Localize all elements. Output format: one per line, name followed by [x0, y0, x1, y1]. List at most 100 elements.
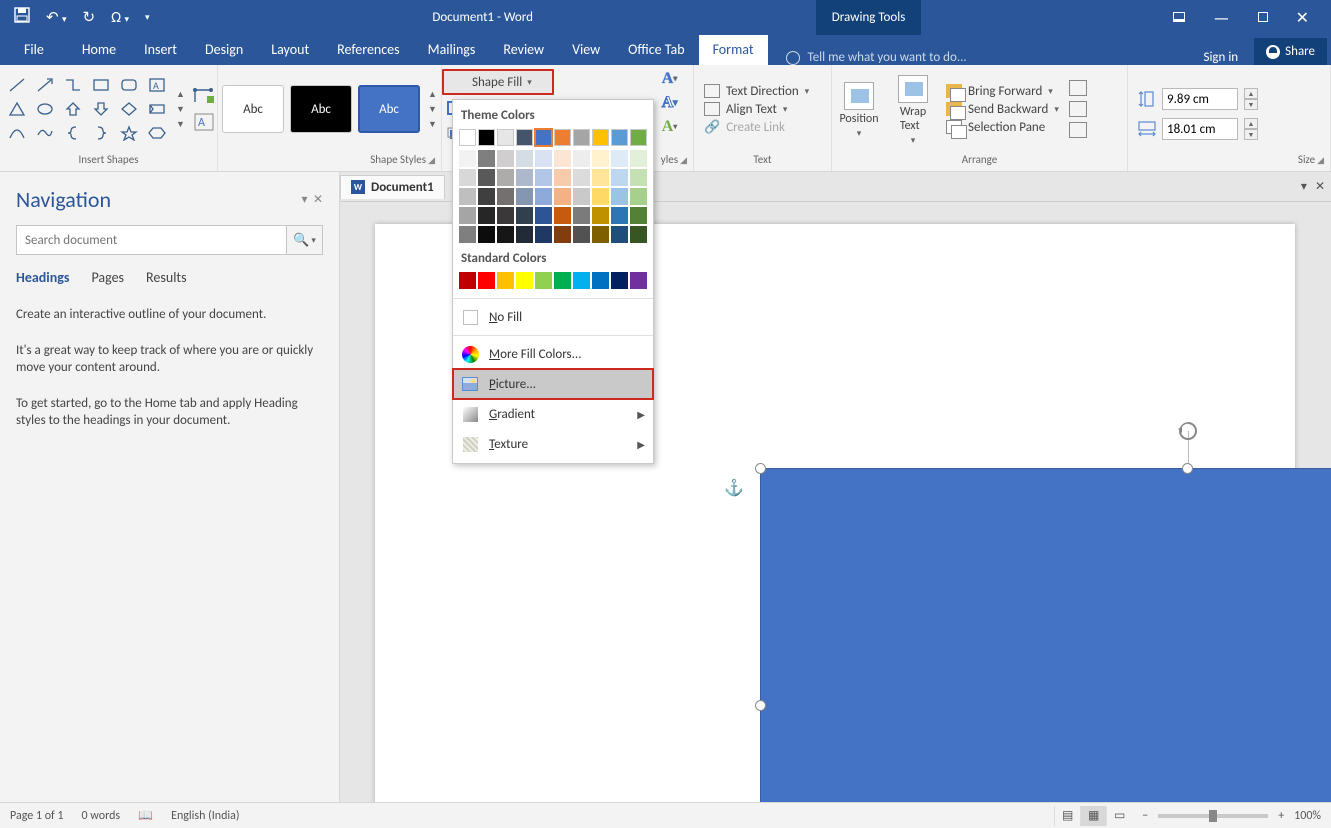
shape-arrow-icon[interactable]	[32, 73, 58, 97]
rotate-button[interactable]	[1069, 122, 1087, 138]
shape-uparrow-icon[interactable]	[60, 97, 86, 121]
theme-color-swatch[interactable]	[459, 129, 476, 146]
shape-downarrow-icon[interactable]	[88, 97, 114, 121]
nav-tab-results[interactable]: Results	[146, 269, 187, 286]
share-button[interactable]: Share	[1254, 38, 1327, 65]
tab-insert[interactable]: Insert	[130, 35, 191, 65]
ribbon-options-icon[interactable]	[1173, 9, 1185, 26]
shapes-gallery-more[interactable]: ▲▼▼	[174, 89, 191, 130]
theme-color-swatch[interactable]	[497, 129, 514, 146]
theme-color-swatch[interactable]	[554, 188, 571, 205]
theme-color-swatch[interactable]	[497, 188, 514, 205]
wrap-text-button[interactable]: WrapText▾	[886, 73, 940, 146]
theme-color-swatch[interactable]	[611, 129, 628, 146]
bring-forward-button[interactable]: Bring Forward ▾	[946, 84, 1059, 99]
view-read-mode[interactable]: ▤	[1054, 806, 1080, 826]
nav-tab-headings[interactable]: Headings	[16, 269, 69, 286]
shape-rbrace-icon[interactable]	[88, 121, 114, 145]
doc-tab-dropdown-icon[interactable]: ▾	[1301, 179, 1307, 194]
nav-pane-close-icon[interactable]: ✕	[313, 193, 323, 207]
theme-color-swatch[interactable]	[459, 150, 476, 167]
theme-color-swatch[interactable]	[535, 169, 552, 186]
theme-color-swatch[interactable]	[459, 169, 476, 186]
theme-color-swatch[interactable]	[497, 169, 514, 186]
shape-roundrect-icon[interactable]	[116, 73, 142, 97]
navigation-search[interactable]: 🔍▾	[16, 225, 323, 255]
shape-width-input[interactable]	[1162, 118, 1238, 140]
standard-color-swatch[interactable]	[497, 272, 514, 289]
nav-tab-pages[interactable]: Pages	[91, 269, 124, 286]
theme-color-swatch[interactable]	[573, 150, 590, 167]
standard-color-swatch[interactable]	[478, 272, 495, 289]
resize-handle[interactable]	[755, 700, 766, 711]
shape-star-icon[interactable]	[116, 121, 142, 145]
width-spinner[interactable]: ▲▼	[1244, 118, 1258, 140]
theme-color-swatch[interactable]	[630, 150, 647, 167]
theme-color-swatch[interactable]	[554, 150, 571, 167]
theme-color-swatch[interactable]	[516, 226, 533, 243]
theme-color-swatch[interactable]	[478, 226, 495, 243]
picture-fill-item[interactable]: Picture...	[453, 369, 653, 399]
theme-color-swatch[interactable]	[535, 129, 552, 146]
selection-pane-button[interactable]: Selection Pane	[946, 120, 1059, 135]
shape-textbox-icon[interactable]: A	[144, 73, 170, 97]
text-effects-button[interactable]: A▾	[659, 117, 681, 137]
shape-elbow-icon[interactable]	[60, 73, 86, 97]
doc-tab-close-icon[interactable]: ✕	[1315, 179, 1325, 194]
shape-banner-icon[interactable]	[144, 97, 170, 121]
theme-color-swatch[interactable]	[478, 188, 495, 205]
zoom-slider[interactable]	[1158, 814, 1268, 818]
selected-shape-rectangle[interactable]	[760, 468, 1331, 802]
undo-icon[interactable]: ↶ ▾	[46, 8, 67, 27]
tab-office-tab[interactable]: Office Tab	[614, 35, 698, 65]
theme-color-swatch[interactable]	[592, 129, 609, 146]
shape-oval-icon[interactable]	[32, 97, 58, 121]
shapes-gallery[interactable]: A	[0, 71, 174, 147]
theme-color-swatch[interactable]	[516, 169, 533, 186]
theme-color-swatch[interactable]	[592, 150, 609, 167]
search-button[interactable]: 🔍▾	[286, 226, 322, 254]
theme-color-swatch[interactable]	[573, 226, 590, 243]
resize-handle[interactable]	[1182, 463, 1193, 474]
shape-style-preset-3[interactable]: Abc	[358, 85, 420, 133]
navigation-search-input[interactable]	[17, 226, 286, 254]
theme-color-swatch[interactable]	[573, 129, 590, 146]
theme-color-swatch[interactable]	[459, 207, 476, 224]
theme-color-swatch[interactable]	[592, 188, 609, 205]
standard-color-swatch[interactable]	[535, 272, 552, 289]
standard-color-swatch[interactable]	[459, 272, 476, 289]
dialog-launcher-wordart[interactable]: ◢	[680, 155, 687, 166]
dialog-launcher-size[interactable]: ◢	[1317, 155, 1324, 166]
theme-color-swatch[interactable]	[630, 129, 647, 146]
tab-home[interactable]: Home	[68, 35, 130, 65]
theme-color-swatch[interactable]	[535, 207, 552, 224]
standard-color-swatch[interactable]	[592, 272, 609, 289]
theme-color-swatch[interactable]	[516, 207, 533, 224]
theme-color-swatch[interactable]	[630, 169, 647, 186]
sign-in-link[interactable]: Sign in	[1187, 50, 1254, 65]
tab-file[interactable]: File	[0, 35, 68, 65]
zoom-out-button[interactable]: −	[1142, 809, 1148, 823]
theme-color-swatch[interactable]	[554, 207, 571, 224]
text-fill-button[interactable]: A▾	[659, 69, 681, 89]
shape-style-preset-1[interactable]: Abc	[222, 85, 284, 133]
texture-fill-item[interactable]: Texture▶	[453, 429, 653, 459]
save-icon[interactable]	[14, 7, 30, 28]
standard-color-swatch[interactable]	[516, 272, 533, 289]
theme-color-swatch[interactable]	[592, 226, 609, 243]
shape-lbrace-icon[interactable]	[60, 121, 86, 145]
redo-icon[interactable]: ↻	[83, 8, 96, 27]
tell-me-search[interactable]: Tell me what you want to do...	[768, 50, 1188, 65]
shape-curve-icon[interactable]	[4, 121, 30, 145]
tab-view[interactable]: View	[558, 35, 614, 65]
gradient-fill-item[interactable]: Gradient▶	[453, 399, 653, 429]
text-outline-button[interactable]: A▾	[659, 93, 681, 113]
theme-color-swatch[interactable]	[630, 188, 647, 205]
resize-handle[interactable]	[755, 463, 766, 474]
theme-color-swatch[interactable]	[611, 150, 628, 167]
status-page[interactable]: Page 1 of 1	[10, 809, 64, 823]
no-fill-item[interactable]: No Fill	[453, 302, 653, 332]
more-fill-colors-item[interactable]: More Fill Colors...	[453, 339, 653, 369]
standard-color-swatch[interactable]	[554, 272, 571, 289]
shape-freeform-icon[interactable]	[32, 121, 58, 145]
